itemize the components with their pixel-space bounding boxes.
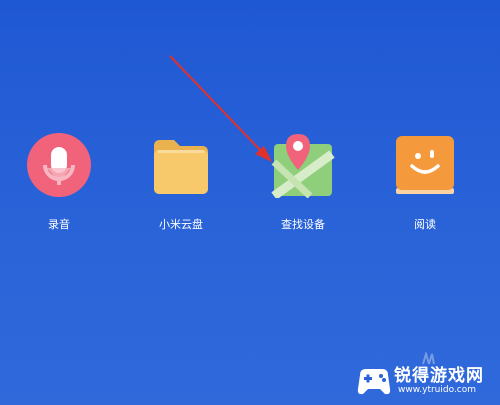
app-mi-cloud-drive[interactable]: 小米云盘: [133, 132, 229, 232]
app-find-device[interactable]: 查找设备: [255, 132, 351, 232]
app-label: 小米云盘: [159, 218, 203, 231]
map-pin-icon: [270, 132, 336, 198]
app-reader[interactable]: 阅读: [377, 132, 473, 232]
watermark: 锐得游戏网 www.ytruido.com: [356, 357, 492, 403]
app-label: 查找设备: [281, 218, 325, 231]
microphone-icon: [26, 132, 92, 198]
watermark-url: www.ytruido.com: [398, 385, 477, 395]
home-screen: 录音 小米云盘 查找设备 阅读 锐得游戏网 www.ytruido.com: [0, 0, 500, 405]
app-label: 阅读: [414, 218, 436, 231]
gamepad-logo-icon: [357, 369, 391, 395]
watermark-name: 锐得游戏网: [394, 366, 484, 386]
app-recorder[interactable]: 录音: [11, 132, 107, 232]
folder-icon: [148, 132, 214, 198]
book-icon: [392, 132, 458, 198]
app-label: 录音: [48, 218, 70, 231]
